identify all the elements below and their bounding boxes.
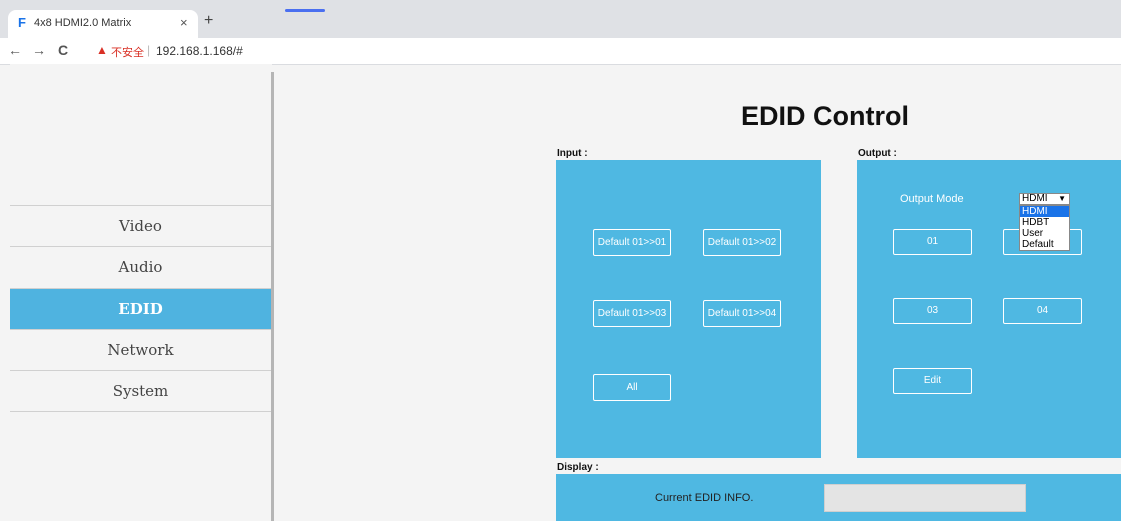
output-section-label: Output :	[858, 148, 897, 159]
address-bar: ← → C ▲ 不安全 | 192.168.1.168/#	[0, 38, 1121, 65]
sidebar-item-network[interactable]: Network	[10, 329, 271, 370]
option-hdbt[interactable]: HDBT	[1020, 217, 1069, 228]
loading-indicator	[285, 9, 325, 12]
sidebar-item-audio[interactable]: Audio	[10, 246, 271, 287]
edid-info-field[interactable]	[824, 484, 1026, 512]
back-icon[interactable]: ←	[8, 42, 22, 58]
url-text[interactable]: 192.168.1.168/#	[156, 44, 243, 58]
output-mode-selected: HDMI	[1022, 193, 1048, 204]
forward-icon[interactable]: →	[32, 42, 46, 58]
edid-info-label: Current EDID INFO.	[655, 492, 754, 504]
warning-icon[interactable]: ▲	[96, 43, 108, 57]
reload-icon[interactable]: C	[58, 42, 68, 58]
output-mode-select[interactable]: HDMI ▼	[1019, 193, 1070, 205]
input-button-01-02[interactable]: Default 01>>02	[703, 229, 781, 256]
output-mode-label: Output Mode	[900, 193, 964, 205]
url-separator: |	[147, 43, 151, 57]
site-favicon-icon: F	[18, 15, 26, 30]
output-edit-button[interactable]: Edit	[893, 368, 972, 394]
browser-tab[interactable]: F 4x8 HDMI2.0 Matrix ×	[8, 10, 198, 38]
output-button-04[interactable]: 04	[1003, 298, 1082, 324]
input-button-01-03[interactable]: Default 01>>03	[593, 300, 671, 327]
input-all-button[interactable]: All	[593, 374, 671, 401]
input-section-label: Input :	[557, 148, 588, 159]
option-default[interactable]: Default	[1020, 239, 1069, 250]
close-tab-icon[interactable]: ×	[180, 15, 188, 30]
sidebar-item-system[interactable]: System	[10, 370, 271, 412]
input-button-01-04[interactable]: Default 01>>04	[703, 300, 781, 327]
page-title: EDID Control	[741, 101, 909, 131]
sidebar-item-edid[interactable]: EDID	[10, 288, 271, 329]
tab-title: 4x8 HDMI2.0 Matrix	[34, 17, 132, 29]
new-tab-icon[interactable]: +	[204, 12, 213, 30]
output-button-01[interactable]: 01	[893, 229, 972, 255]
sidebar-divider	[271, 72, 274, 521]
output-mode-dropdown: HDMI HDBT User Default	[1019, 205, 1070, 251]
insecure-label[interactable]: 不安全	[111, 44, 144, 60]
option-user[interactable]: User	[1020, 228, 1069, 239]
output-button-03[interactable]: 03	[893, 298, 972, 324]
input-button-01-01[interactable]: Default 01>>01	[593, 229, 671, 256]
dropdown-arrow-icon: ▼	[1058, 194, 1066, 203]
sidebar-item-video[interactable]: Video	[10, 205, 271, 246]
option-hdmi[interactable]: HDMI	[1020, 206, 1069, 217]
display-section-label: Display :	[557, 462, 599, 473]
